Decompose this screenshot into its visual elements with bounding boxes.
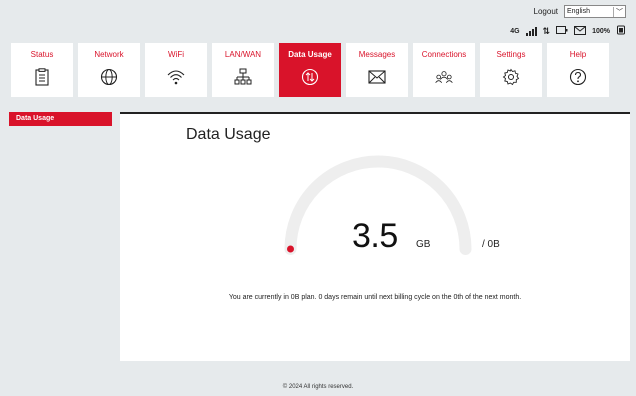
nav-item-label: Messages <box>358 50 396 59</box>
users-icon <box>435 68 453 86</box>
nav-item-connections[interactable]: Connections <box>413 43 475 97</box>
nav-item-help[interactable]: Help <box>547 43 609 97</box>
main-panel: Data Usage 3.5 GB / 0B You are currently… <box>120 112 630 361</box>
nav-item-label: Connections <box>421 50 467 59</box>
nav-item-messages[interactable]: Messages <box>346 43 408 97</box>
network-type-label: 4G <box>510 27 520 35</box>
language-selected-value: English <box>567 8 590 15</box>
network-tree-icon <box>234 68 252 86</box>
nav-item-settings[interactable]: Settings <box>480 43 542 97</box>
nav-item-label: Network <box>94 50 124 59</box>
signal-strength-icon <box>525 26 537 36</box>
nav-item-label: Help <box>569 50 587 59</box>
nav-item-label: WiFi <box>168 50 184 59</box>
gear-icon <box>502 68 520 86</box>
data-used-value: 3.5 <box>352 217 398 255</box>
logout-link[interactable]: Logout <box>534 7 558 16</box>
nav-item-network[interactable]: Network <box>78 43 140 97</box>
chevron-down-icon: ﹀ <box>613 6 623 17</box>
nav-item-label: LAN/WAN <box>224 50 262 59</box>
question-icon <box>569 68 587 86</box>
battery-icon <box>616 25 626 37</box>
sidebar-item-data-usage[interactable]: Data Usage <box>9 112 112 126</box>
envelope-icon <box>368 68 386 86</box>
sidebar: Data Usage <box>9 112 112 126</box>
nav-item-data-usage[interactable]: Data Usage <box>279 43 341 97</box>
nav-item-wifi[interactable]: WiFi <box>145 43 207 97</box>
device-screen-icon <box>556 25 568 37</box>
top-bar: Logout English ﹀ <box>534 5 626 18</box>
nav-item-label: Data Usage <box>288 50 332 59</box>
nav-item-label: Status <box>30 50 54 59</box>
language-select[interactable]: English ﹀ <box>564 5 626 18</box>
device-status-row: 4G ⇅ 100% <box>510 25 626 37</box>
clipboard-icon <box>33 68 51 86</box>
plan-total-value: / 0B <box>482 239 500 250</box>
data-used-unit: GB <box>416 239 431 250</box>
sms-envelope-icon <box>574 25 587 37</box>
data-transfer-arrows-icon: ⇅ <box>542 25 551 36</box>
battery-percentage: 100% <box>592 27 610 35</box>
gauge-indicator-dot <box>287 245 294 253</box>
nav-item-lan-wan[interactable]: LAN/WAN <box>212 43 274 97</box>
main-nav: Status Network WiFi LAN/WAN Data Usage M… <box>11 43 609 97</box>
wifi-icon <box>167 68 185 86</box>
nav-item-status[interactable]: Status <box>11 43 73 97</box>
data-transfer-icon <box>301 68 319 86</box>
billing-cycle-message: You are currently in 0B plan. 0 days rem… <box>228 294 522 301</box>
globe-icon <box>100 68 118 86</box>
footer-copyright: © 2024 All rights reserved. <box>282 384 354 390</box>
nav-item-label: Settings <box>496 50 526 59</box>
